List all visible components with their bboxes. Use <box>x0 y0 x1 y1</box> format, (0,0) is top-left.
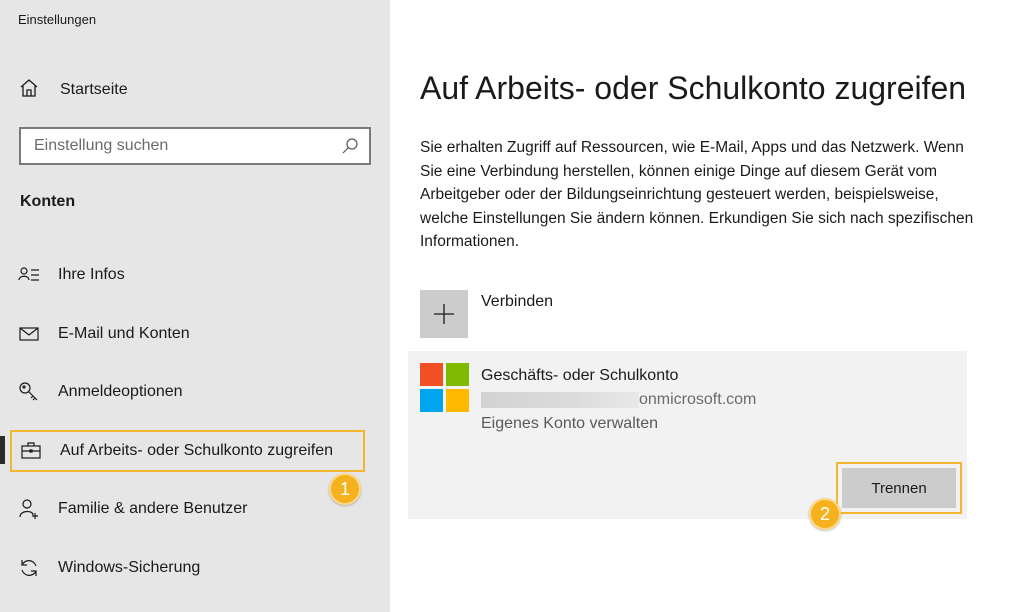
sync-icon <box>18 557 40 579</box>
person-list-icon <box>18 264 40 286</box>
sidebar-item-ihre-infos[interactable]: Ihre Infos <box>10 254 365 296</box>
disconnect-button[interactable]: Trennen <box>842 468 956 508</box>
person-add-icon <box>18 498 40 520</box>
briefcase-icon <box>20 440 42 462</box>
account-email-suffix: onmicrosoft.com <box>639 391 757 408</box>
microsoft-logo-icon <box>420 363 469 412</box>
sidebar-item-label: Anmeldeoptionen <box>58 383 183 400</box>
connect-button[interactable]: Verbinden <box>420 290 553 338</box>
sidebar-item-label: E-Mail und Konten <box>58 325 190 342</box>
sidebar-item-label: Startseite <box>60 81 128 98</box>
sidebar-item-label: Ihre Infos <box>58 266 125 283</box>
main-content: Auf Arbeits- oder Schulkonto zugreifen S… <box>390 0 1024 612</box>
sidebar-item-windows-sicherung[interactable]: Windows-Sicherung <box>10 547 365 589</box>
account-email: onmicrosoft.com <box>481 390 756 410</box>
sidebar-item-email[interactable]: E-Mail und Konten <box>10 313 365 355</box>
sidebar-item-home[interactable]: Startseite <box>18 76 378 104</box>
account-name: Geschäfts- oder Schulkonto <box>481 367 679 384</box>
page-title: Auf Arbeits- oder Schulkonto zugreifen <box>420 70 967 106</box>
redacted-email-prefix <box>481 392 639 408</box>
manage-account-link[interactable]: Eigenes Konto verwalten <box>481 415 658 433</box>
connect-label[interactable]: Verbinden <box>481 293 553 338</box>
home-icon <box>18 77 40 104</box>
app-title: Einstellungen <box>18 12 97 27</box>
page-description: Sie erhalten Zugriff auf Ressourcen, wie… <box>420 139 974 250</box>
sidebar-item-label: Windows-Sicherung <box>58 559 201 576</box>
key-icon <box>18 381 40 403</box>
sidebar-item-anmeldeoptionen[interactable]: Anmeldeoptionen <box>10 371 365 413</box>
search-icon[interactable] <box>341 137 359 155</box>
sidebar-item-familie[interactable]: Familie & andere Benutzer <box>10 488 365 530</box>
step-marker-2: 2 <box>809 498 841 530</box>
sidebar-item-label: Auf Arbeits- oder Schulkonto zugreifen <box>60 442 334 459</box>
account-card[interactable]: Geschäfts- oder Schulkonto onmicrosoft.c… <box>408 351 967 519</box>
disconnect-highlight: Trennen <box>836 462 962 514</box>
search-box[interactable] <box>19 127 371 165</box>
section-title: Konten <box>20 193 76 210</box>
plus-icon[interactable] <box>420 290 468 338</box>
sidebar: Einstellungen Startseite Konten Ihre Inf… <box>0 0 390 612</box>
search-input[interactable] <box>34 137 341 155</box>
sidebar-item-label: Familie & andere Benutzer <box>58 500 248 517</box>
mail-icon <box>18 323 40 345</box>
sidebar-item-arbeits-schulkonto[interactable]: Auf Arbeits- oder Schulkonto zugreifen <box>10 430 365 472</box>
active-indicator <box>0 436 5 464</box>
